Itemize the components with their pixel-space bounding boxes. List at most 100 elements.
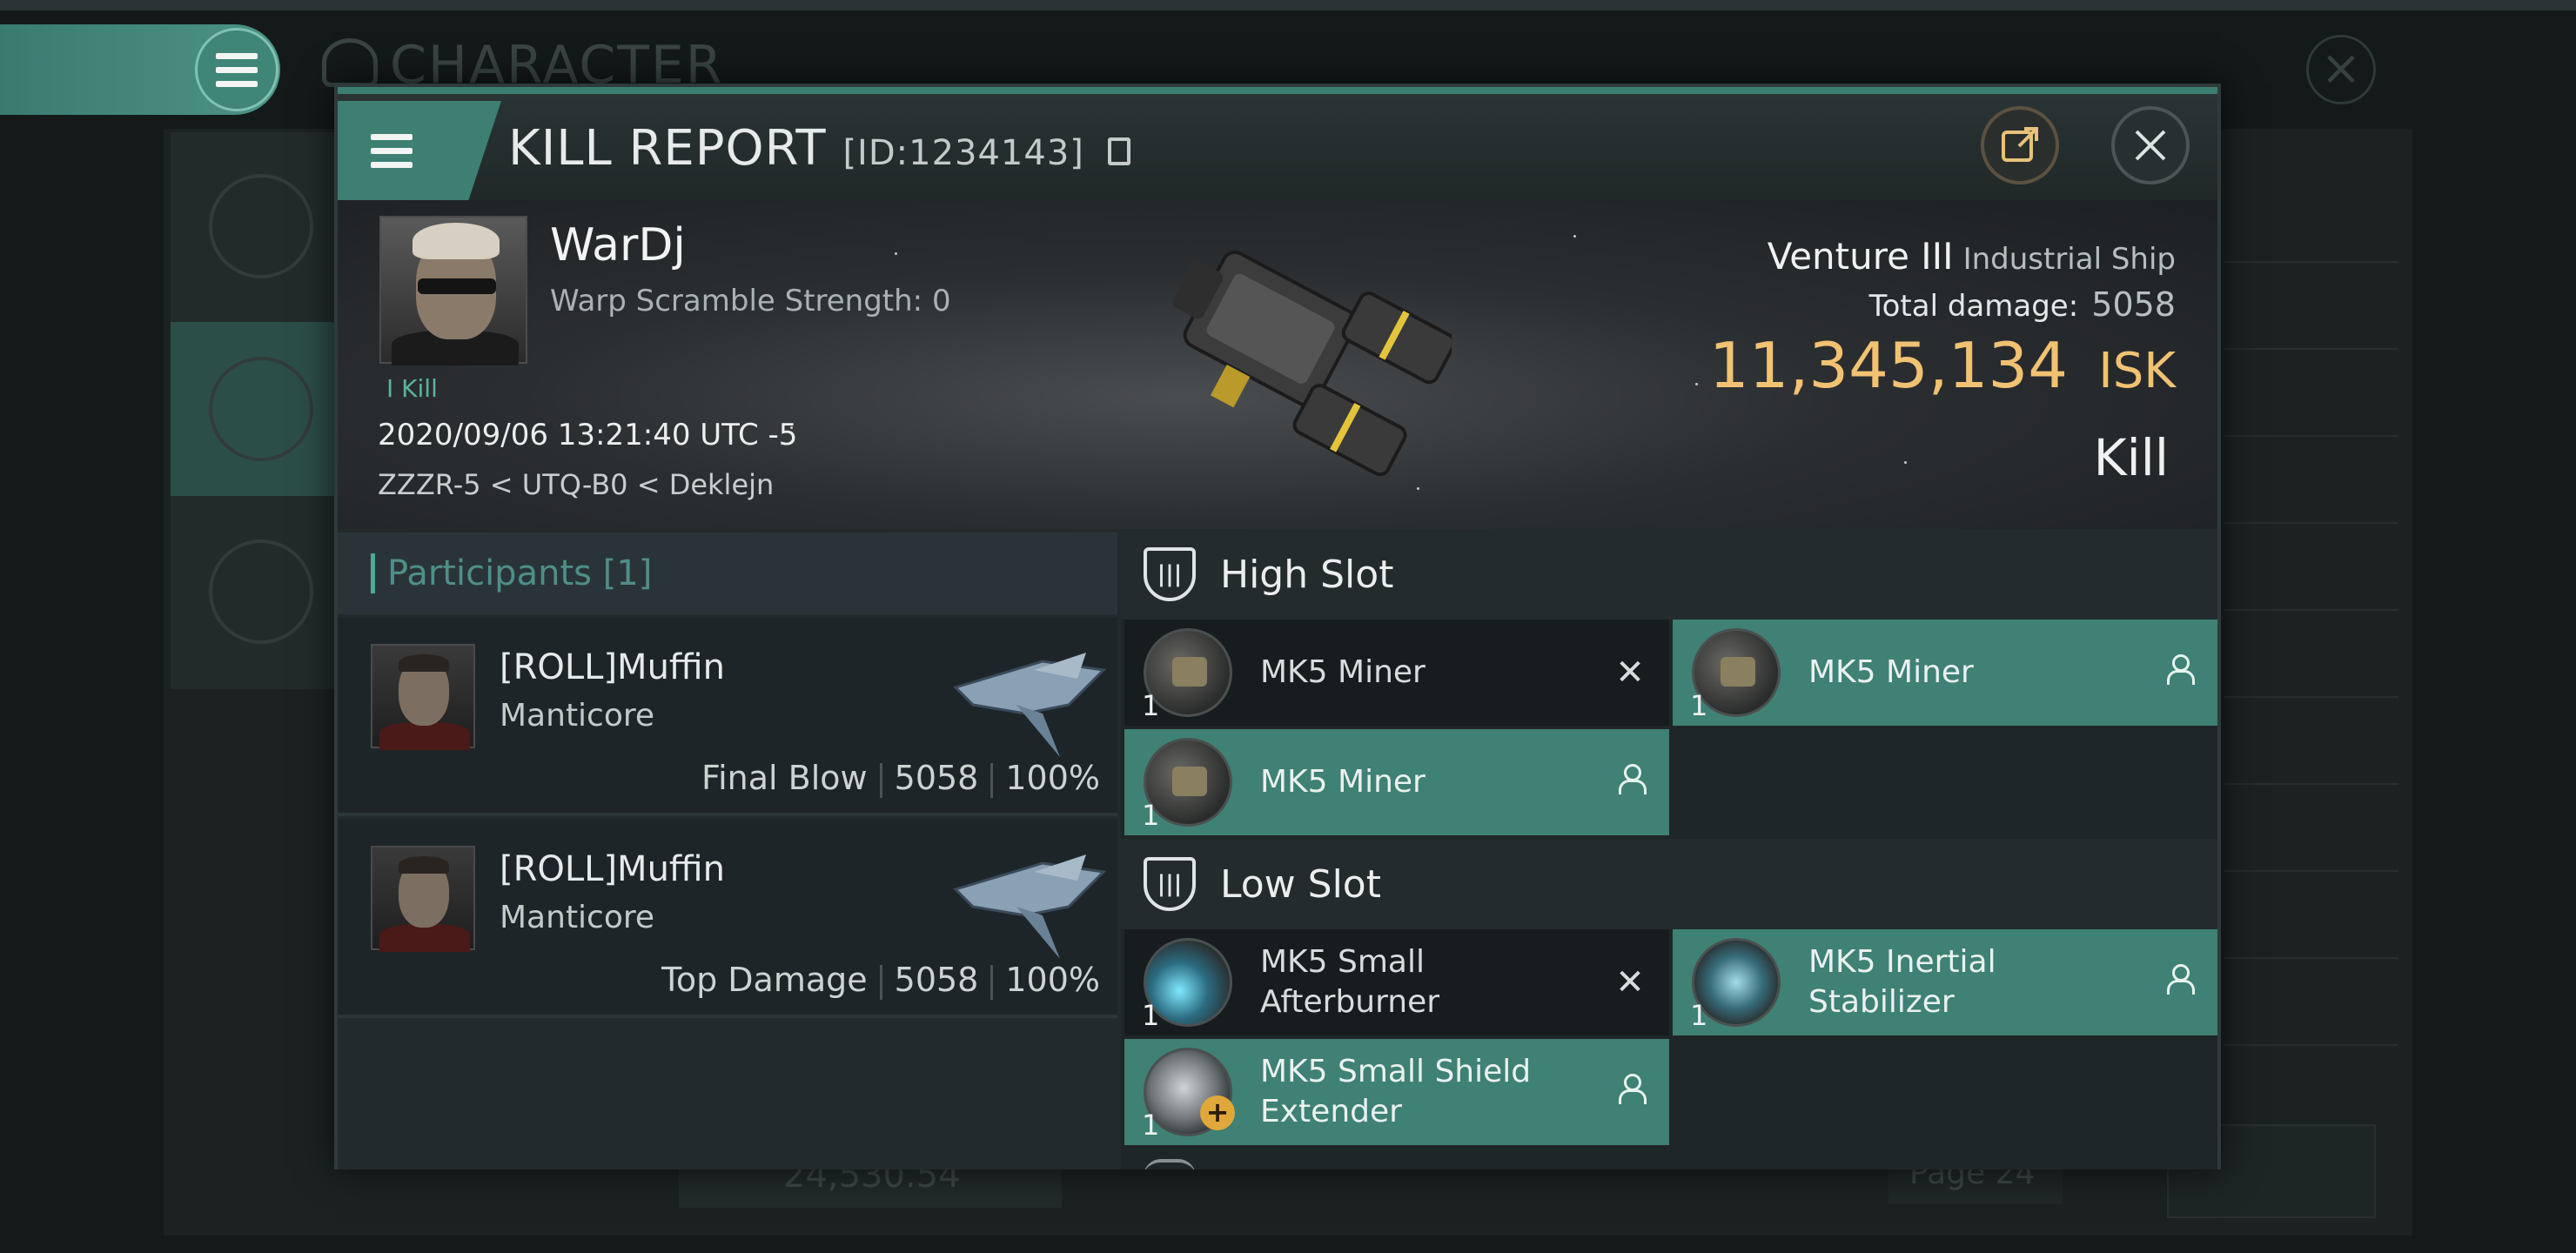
- module-quantity: 1: [1690, 689, 1708, 722]
- portrait-hair: [399, 856, 449, 874]
- participant-ship-image: [953, 854, 1107, 959]
- main-menu-button[interactable]: [195, 28, 278, 111]
- module-name: MK5 Small Afterburner: [1260, 944, 1440, 1020]
- participant-ship: Manticore: [500, 698, 655, 734]
- module-name: MK5 Inertial Stabilizer: [1808, 944, 1996, 1020]
- kill-location: ZZZR-5 < UTQ-B0 < Deklejn: [378, 468, 775, 501]
- participants-accent-bar: [371, 553, 375, 593]
- background-row-divider: [2224, 870, 2398, 872]
- divider: [879, 964, 882, 1000]
- background-row-divider: [2224, 261, 2398, 263]
- fitting-slots-panel: ||| High Slot 1 MK5 Miner ✕ 1 MK5 Miner …: [1121, 529, 2217, 1169]
- background-star-icon: [209, 539, 313, 644]
- participant-portrait[interactable]: [371, 644, 475, 750]
- module-quantity: 1: [1142, 689, 1160, 722]
- destroyed-x-icon: ✕: [1615, 653, 1645, 693]
- high-slot-icon: |||: [1144, 547, 1196, 601]
- background-close-button[interactable]: ×: [2306, 35, 2376, 104]
- module-name: MK5 Small Shield Extender: [1260, 1054, 1532, 1129]
- background-row-divider: [2224, 1044, 2398, 1046]
- modal-title: KILL REPORT [ID:1234143]: [508, 120, 1130, 177]
- participant-stats: Top Damage 5058 100%: [661, 961, 1100, 1000]
- next-slot-header-peek: [1144, 1159, 1196, 1169]
- participant-stats: Final Blow 5058 100%: [701, 759, 1100, 798]
- module-name: MK5 Miner: [1260, 654, 1426, 690]
- pilot-icon: [2158, 962, 2198, 1002]
- background-row-divider: [2224, 609, 2398, 611]
- plus-icon: +: [1200, 1096, 1235, 1130]
- victim-portrait[interactable]: [379, 216, 527, 365]
- module-name: MK5 Miner: [1808, 654, 1974, 690]
- participant-role: Final Blow: [701, 759, 868, 797]
- participants-panel: Participants [1] [ROLL]Muffin Manticore …: [338, 529, 1121, 1169]
- portrait-body: [379, 722, 470, 750]
- module-item[interactable]: + 1 MK5 Small Shield Extender: [1124, 1039, 1669, 1145]
- participants-tab[interactable]: Participants [1]: [338, 533, 1117, 614]
- ship-name-line: Venture III Industrial Ship: [1768, 235, 2176, 278]
- participant-percent: 100%: [1005, 961, 1100, 999]
- module-item[interactable]: 1 MK5 Inertial Stabilizer: [1673, 929, 2217, 1035]
- module-quantity: 1: [1690, 999, 1708, 1032]
- background-list-icon: [209, 174, 313, 278]
- module-name: MK5 Miner: [1260, 764, 1426, 800]
- total-damage-value: 5058: [2091, 285, 2176, 324]
- participant-portrait[interactable]: [371, 846, 475, 952]
- participant-percent: 100%: [1005, 759, 1100, 797]
- star: [1904, 461, 1907, 464]
- ship-name: Venture III: [1767, 235, 1954, 278]
- kill-result-label: Kill: [2093, 428, 2169, 487]
- portrait-hair: [413, 223, 500, 259]
- kill-id: [ID:1234143]: [842, 133, 1084, 173]
- destroyed-x-icon: ✕: [1615, 962, 1645, 1002]
- total-damage-line: Total damage: 5058: [1869, 285, 2176, 324]
- hamburger-icon: [216, 52, 258, 87]
- module-item[interactable]: 1 MK5 Miner ✕: [1124, 620, 1669, 726]
- pilot-icon: [2158, 653, 2198, 693]
- participant-row[interactable]: [ROLL]Muffin Manticore Final Blow 5058 100…: [338, 618, 1117, 816]
- background-row-divider: [2224, 696, 2398, 698]
- background-row-divider: [2224, 957, 2398, 959]
- close-icon: [2135, 130, 2166, 161]
- module-quantity: 1: [1142, 1109, 1160, 1142]
- module-item[interactable]: 1 MK5 Small Afterburner ✕: [1124, 929, 1669, 1035]
- participant-row[interactable]: [ROLL]Muffin Manticore Top Damage 5058 100…: [338, 820, 1117, 1018]
- character-icon: [322, 38, 378, 87]
- hamburger-icon: [371, 133, 413, 168]
- kill-count-tag: I Kill: [386, 374, 438, 403]
- low-slot-header: ||| Low Slot: [1121, 839, 2217, 929]
- divider: [990, 964, 994, 1000]
- pilot-icon: [1610, 762, 1650, 802]
- background-row-divider: [2224, 522, 2398, 524]
- high-slot-header: ||| High Slot: [1121, 529, 2217, 620]
- module-item[interactable]: 1 MK5 Miner: [1124, 729, 1669, 835]
- module-quantity: 1: [1142, 999, 1160, 1032]
- modal-title-text: KILL REPORT: [508, 120, 827, 177]
- portrait-body: [379, 924, 470, 952]
- low-slot-label: Low Slot: [1220, 861, 1381, 907]
- module-item[interactable]: 1 MK5 Miner: [1673, 620, 2217, 726]
- participant-name: [ROLL]Muffin: [500, 647, 725, 687]
- modal-menu-button[interactable]: [338, 101, 501, 200]
- copy-icon[interactable]: [1107, 137, 1130, 165]
- modal-header: KILL REPORT [ID:1234143]: [338, 87, 2217, 200]
- warp-scramble-strength: Warp Scramble Strength: 0: [550, 284, 951, 318]
- portrait-hair: [399, 654, 449, 672]
- background-row-divider: [2224, 348, 2398, 350]
- participant-ship-image: [953, 653, 1107, 757]
- low-slot-icon: |||: [1144, 857, 1196, 911]
- pilot-icon: [1610, 1072, 1650, 1112]
- participant-damage: 5058: [894, 961, 979, 999]
- participants-title: Participants [1]: [387, 553, 653, 593]
- background-swords-icon: [209, 357, 313, 461]
- close-button[interactable]: [2111, 106, 2190, 184]
- isk-unit: ISK: [2098, 343, 2176, 399]
- portrait-glasses: [418, 278, 496, 294]
- share-button[interactable]: [1981, 106, 2059, 184]
- star: [1695, 383, 1698, 385]
- high-slot-label: High Slot: [1220, 552, 1394, 597]
- isk-value: 11,345,134: [1708, 329, 2069, 402]
- kill-report-modal: KILL REPORT [ID:1234143] WarDj Warp Scra…: [334, 84, 2221, 1169]
- kill-banner: WarDj Warp Scramble Strength: 0 I Kill 2…: [338, 200, 2217, 529]
- module-quantity: 1: [1142, 799, 1160, 832]
- victim-ship-image[interactable]: [1104, 205, 1452, 519]
